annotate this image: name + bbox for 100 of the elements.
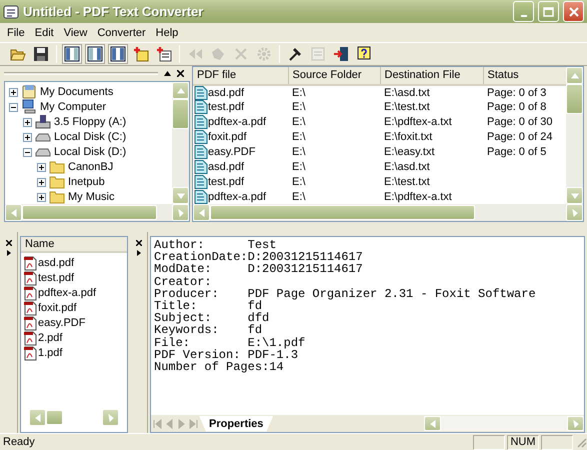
arrow-down-icon	[570, 190, 580, 200]
table-cell: E:\asd.txt	[384, 86, 430, 98]
minimize-icon	[520, 14, 526, 16]
scroll-down-button[interactable]	[172, 187, 189, 204]
vertical-scrollbar[interactable]	[566, 67, 583, 204]
scroll-thumb[interactable]	[46, 410, 63, 425]
tree-item[interactable]: My Computer	[40, 99, 106, 116]
table-cell: asd.pdf	[208, 86, 244, 100]
table-cell: Page: 0 of 5	[487, 146, 546, 158]
pdf-file-icon	[23, 270, 37, 286]
layout-icon	[110, 46, 126, 62]
add-file-button[interactable]	[131, 44, 151, 64]
maximize-button[interactable]	[538, 1, 559, 22]
file-name[interactable]: 1.pdf	[38, 345, 62, 362]
menu-item[interactable]: Help	[150, 24, 184, 42]
scroll-left-button[interactable]	[424, 416, 441, 431]
property-line: Title: fd	[154, 300, 262, 312]
menu-item[interactable]: Converter	[92, 24, 151, 42]
layout-button[interactable]	[85, 44, 105, 64]
tree-item[interactable]: My Documents	[40, 84, 114, 100]
horizontal-scrollbar[interactable]	[29, 409, 119, 426]
document-icon	[194, 86, 208, 100]
menu-item[interactable]: View	[58, 24, 92, 42]
expander-icon[interactable]	[9, 102, 18, 112]
document-icon	[194, 115, 208, 129]
tree-item[interactable]: Local Disk (D:)	[54, 144, 126, 160]
arrow-up-icon	[570, 70, 580, 80]
documents-icon	[21, 84, 37, 100]
close-button[interactable]	[563, 1, 584, 22]
property-line: ModDate: D:20031215114617	[154, 263, 363, 276]
table-cell: asd.pdf	[208, 160, 244, 174]
scroll-left-button[interactable]	[193, 204, 210, 221]
scroll-right-button[interactable]	[102, 409, 119, 426]
table-cell: E:\pdftex-a.txt	[384, 191, 452, 203]
expander-icon[interactable]	[37, 178, 46, 187]
tree-item[interactable]: Inetpub	[68, 174, 105, 190]
tree-item[interactable]: CanonBJ	[68, 159, 114, 176]
vertical-scrollbar[interactable]	[172, 82, 189, 204]
arrow-right-icon	[570, 418, 580, 428]
minimize-button[interactable]	[513, 1, 534, 22]
table-cell: Page: 0 of 8	[487, 101, 546, 113]
expander-icon[interactable]	[37, 192, 46, 202]
status-panel	[541, 434, 573, 450]
exit-door-button[interactable]	[331, 44, 351, 64]
layout-button[interactable]	[62, 44, 82, 64]
tree-item[interactable]: My Music	[68, 189, 114, 204]
scroll-right-button[interactable]	[567, 416, 584, 431]
column-header[interactable]: PDF file	[193, 67, 288, 84]
layout-button[interactable]	[108, 44, 128, 64]
scroll-thumb[interactable]	[210, 205, 475, 220]
table-cell: E:\	[292, 161, 306, 173]
scroll-left-button[interactable]	[29, 409, 46, 426]
expander-icon[interactable]	[23, 132, 32, 142]
menu-item[interactable]: File	[2, 24, 30, 42]
scroll-right-button[interactable]	[172, 204, 189, 221]
floppy-drive-icon	[35, 114, 51, 130]
scroll-down-button[interactable]	[566, 187, 583, 204]
add-file-icon	[133, 46, 149, 62]
scroll-left-button[interactable]	[5, 204, 22, 221]
scroll-up-button[interactable]	[172, 82, 189, 99]
expander-icon[interactable]	[37, 162, 46, 172]
tree-item[interactable]: Local Disk (C:)	[54, 129, 126, 146]
close-icon	[568, 6, 578, 16]
horizontal-scrollbar[interactable]	[193, 204, 583, 221]
file-name[interactable]: test.pdf	[38, 270, 74, 286]
property-line: Author: Test	[154, 239, 276, 252]
table-cell: test.pdf	[208, 100, 244, 114]
file-name[interactable]: asd.pdf	[38, 255, 74, 272]
scroll-up-button[interactable]	[566, 67, 583, 84]
table-cell: E:\foxit.txt	[384, 131, 432, 143]
column-header[interactable]: Status	[483, 67, 566, 84]
pdf-file-icon	[23, 256, 37, 271]
table-cell: pdftex-a.pdf	[208, 115, 266, 129]
add-list-button[interactable]	[154, 44, 174, 64]
status-text: Ready	[3, 434, 36, 450]
tree-item[interactable]: 3.5 Floppy (A:)	[54, 114, 126, 130]
document-icon	[194, 130, 208, 144]
expander-icon[interactable]	[23, 118, 32, 127]
tab-last-button[interactable]	[187, 416, 199, 430]
scroll-thumb[interactable]	[172, 99, 189, 129]
file-name[interactable]: easy.PDF	[38, 315, 86, 332]
tab[interactable]: Properties	[199, 416, 274, 432]
file-name[interactable]: foxit.pdf	[38, 300, 77, 316]
scroll-thumb[interactable]	[566, 84, 583, 114]
file-name[interactable]: pdftex-a.pdf	[38, 285, 96, 302]
horizontal-scrollbar[interactable]	[5, 204, 189, 221]
scroll-right-button[interactable]	[566, 204, 583, 221]
scroll-thumb[interactable]	[22, 205, 157, 220]
save-button[interactable]	[31, 44, 51, 64]
expander-icon[interactable]	[9, 88, 18, 97]
file-name[interactable]: 2.pdf	[38, 330, 62, 346]
column-header[interactable]: Destination File	[380, 67, 483, 84]
menu-item[interactable]: Edit	[30, 24, 59, 42]
expander-icon[interactable]	[23, 148, 32, 157]
column-header[interactable]: Source Folder	[288, 67, 380, 84]
horizontal-scrollbar[interactable]	[424, 416, 584, 431]
close-icon	[136, 240, 142, 246]
column-header[interactable]: Name	[21, 237, 127, 253]
tab-first-button[interactable]	[151, 416, 163, 430]
maximize-icon	[543, 6, 554, 16]
